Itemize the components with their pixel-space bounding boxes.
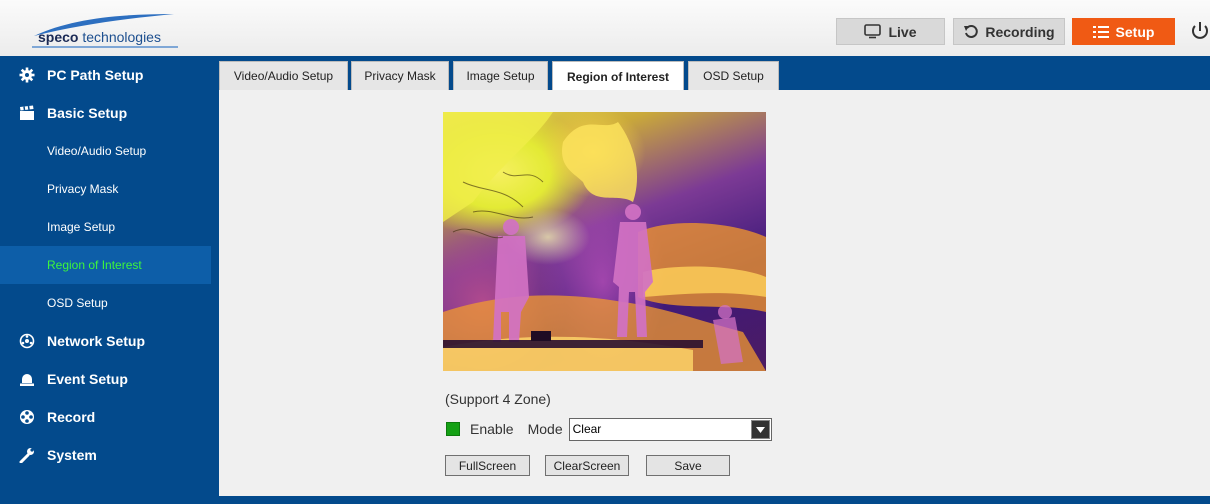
logo-underline [32, 46, 178, 48]
chevron-down-icon [750, 419, 770, 439]
setup-button[interactable]: Setup [1072, 18, 1175, 45]
enable-label: Enable [470, 421, 514, 437]
tab-region-of-interest[interactable]: Region of Interest [552, 61, 684, 91]
alarm-icon [19, 371, 35, 387]
enable-checkbox[interactable] [446, 422, 460, 436]
mode-label: Mode [527, 421, 563, 437]
wrench-icon [19, 447, 35, 463]
tab-bar: Video/Audio Setup Privacy Mask Image Set… [211, 56, 1210, 91]
clapperboard-icon [19, 105, 35, 121]
sidebar-label: Network Setup [47, 333, 146, 349]
sidebar-subitem-image-setup[interactable]: Image Setup [0, 208, 211, 246]
network-icon [19, 333, 35, 349]
tab-osd-setup[interactable]: OSD Setup [688, 61, 779, 90]
enable-mode-row: Enable Mode Clear [446, 417, 772, 441]
sidebar: PC Path Setup Basic Setup Video/Audio Se… [0, 56, 211, 504]
main-panel: Video/Audio Setup Privacy Mask Image Set… [211, 56, 1210, 504]
mode-select-value: Clear [572, 422, 602, 436]
mode-select[interactable]: Clear [568, 417, 772, 441]
power-icon[interactable] [1190, 20, 1210, 42]
live-button[interactable]: Live [836, 18, 945, 45]
support-zone-text: (Support 4 Zone) [445, 391, 551, 407]
clearscreen-button[interactable]: ClearScreen [545, 455, 629, 476]
save-button[interactable]: Save [646, 455, 730, 476]
sidebar-subitem-region-of-interest[interactable]: Region of Interest [0, 246, 211, 284]
thermal-video-preview[interactable] [443, 112, 766, 371]
top-header: speco technologies Live Recording Setup [0, 0, 1210, 56]
roi-content: (Support 4 Zone) Enable Mode Clear FullS… [219, 90, 1210, 496]
sidebar-label: PC Path Setup [47, 67, 144, 83]
gear-icon [19, 67, 35, 83]
replay-icon [963, 24, 979, 39]
recording-label: Recording [985, 23, 1055, 40]
sidebar-item-event-setup[interactable]: Event Setup [0, 360, 211, 398]
tab-video-audio-setup[interactable]: Video/Audio Setup [219, 61, 348, 90]
sidebar-label: Basic Setup [47, 105, 128, 121]
tab-image-setup[interactable]: Image Setup [453, 61, 548, 90]
sidebar-item-pc-path-setup[interactable]: PC Path Setup [0, 56, 211, 94]
recording-button[interactable]: Recording [953, 18, 1065, 45]
setup-label: Setup [1115, 23, 1155, 40]
sidebar-label: Event Setup [47, 371, 128, 387]
sidebar-label: Record [47, 409, 96, 425]
live-label: Live [888, 23, 917, 40]
sidebar-subitem-osd-setup[interactable]: OSD Setup [0, 284, 211, 322]
speco-logo: speco technologies [28, 8, 178, 48]
logo-text: speco technologies [38, 29, 161, 45]
fullscreen-button[interactable]: FullScreen [445, 455, 530, 476]
film-reel-icon [19, 409, 35, 425]
thermal-scene [443, 112, 766, 371]
monitor-icon [864, 24, 882, 39]
sidebar-subitem-video-audio-setup[interactable]: Video/Audio Setup [0, 132, 211, 170]
sidebar-subitem-privacy-mask[interactable]: Privacy Mask [0, 170, 211, 208]
sidebar-item-network-setup[interactable]: Network Setup [0, 322, 211, 360]
tab-privacy-mask[interactable]: Privacy Mask [351, 61, 449, 90]
sidebar-item-basic-setup[interactable]: Basic Setup [0, 94, 211, 132]
sidebar-item-system[interactable]: System [0, 436, 211, 474]
sidebar-item-record[interactable]: Record [0, 398, 211, 436]
sidebar-label: System [47, 447, 97, 463]
list-icon [1092, 25, 1109, 39]
